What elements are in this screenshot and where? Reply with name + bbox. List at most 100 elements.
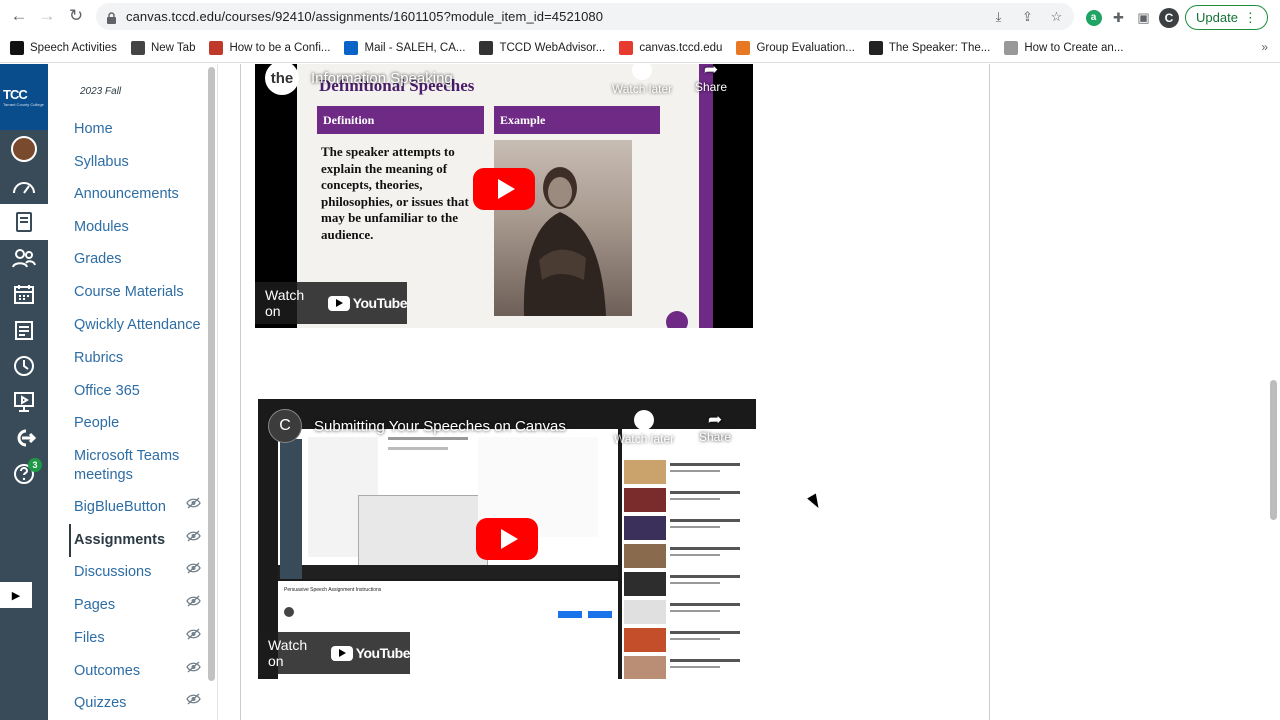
video-sideband: [699, 64, 753, 328]
page-scrollbar[interactable]: [1268, 64, 1280, 720]
share-button[interactable]: ➦ Share: [695, 410, 735, 444]
youtube-embed-submitting-speeches[interactable]: Persuasive Speech Assignment Instruction…: [258, 399, 756, 679]
hidden-eye-icon: [186, 595, 201, 610]
hidden-eye-icon: [186, 530, 201, 545]
watch-later-label: Watch later: [611, 82, 673, 96]
menu-dots-icon: ⋮: [1243, 9, 1257, 25]
course-nav-syllabus[interactable]: Syllabus: [74, 153, 204, 172]
video-title[interactable]: Submitting Your Speeches on Canvas: [314, 418, 566, 435]
watch-later-button[interactable]: Watch later: [611, 64, 673, 96]
bookmark-item[interactable]: New Tab: [130, 40, 195, 55]
bookmark-item[interactable]: Speech Activities: [10, 40, 117, 55]
bookmark-label: How to be a Confi...: [229, 41, 331, 54]
share-arrow-icon: ➦: [703, 64, 719, 79]
channel-avatar[interactable]: the: [265, 64, 299, 95]
course-nav-outcomes[interactable]: Outcomes: [74, 662, 204, 681]
slide-example-header: Example: [494, 106, 660, 134]
course-nav-course-materials[interactable]: Course Materials: [74, 283, 204, 302]
extension-a-icon[interactable]: a: [1084, 8, 1103, 27]
back-button[interactable]: ←: [5, 2, 33, 30]
address-bar[interactable]: canvas.tccd.edu/courses/92410/assignment…: [96, 3, 1074, 30]
bookmark-label: TCCD WebAdvisor...: [499, 41, 606, 54]
slide-body: The speaker attempts to explain the mean…: [321, 144, 469, 242]
account-avatar[interactable]: [0, 130, 48, 168]
help-icon[interactable]: 3: [0, 456, 48, 492]
forward-button[interactable]: →: [33, 2, 61, 30]
course-nav-qwickly-attendance[interactable]: Qwickly Attendance: [74, 316, 204, 335]
course-nav-scrollbar[interactable]: [206, 64, 218, 720]
bookmark-label: How to Create an...: [1024, 41, 1124, 54]
share-label: Share: [694, 80, 728, 94]
course-nav-bigbluebutton[interactable]: BigBlueButton: [74, 498, 204, 517]
studio-icon[interactable]: [0, 384, 48, 420]
bookmark-star-icon[interactable]: ☆: [1047, 7, 1066, 26]
youtube-logo-icon: YouTube: [330, 645, 411, 661]
course-nav-grades[interactable]: Grades: [74, 250, 204, 269]
reload-button[interactable]: ↻: [62, 2, 90, 30]
bookmark-item[interactable]: Mail - SALEH, CA...: [344, 40, 466, 55]
bookmark-label: The Speaker: The...: [888, 41, 991, 54]
screen-sidebar-mock: [280, 439, 302, 579]
course-nav-pages[interactable]: Pages: [74, 596, 204, 615]
course-nav-assignments[interactable]: Assignments: [74, 531, 204, 550]
dashboard-icon[interactable]: [0, 168, 48, 204]
commons-icon[interactable]: [0, 420, 48, 456]
watch-on-youtube-button[interactable]: Watch on YouTube: [258, 632, 411, 674]
youtube-wordmark: YouTube: [355, 645, 411, 661]
bookmark-item[interactable]: How to Create an...: [1004, 40, 1124, 55]
bookmark-favicon-icon: [736, 40, 751, 55]
watch-later-button[interactable]: Watch later: [613, 410, 675, 446]
watch-later-label: Watch later: [613, 432, 675, 446]
slide-dot-decoration: [666, 311, 688, 328]
logo-subtext: Tarrant County College: [3, 102, 44, 107]
courses-icon[interactable]: [0, 204, 48, 240]
update-label: Update: [1196, 10, 1238, 25]
course-nav-office-365[interactable]: Office 365: [74, 382, 204, 401]
bookmark-favicon-icon: [619, 40, 634, 55]
install-icon[interactable]: ⤓: [989, 7, 1008, 26]
course-nav-announcements[interactable]: Announcements: [74, 185, 204, 204]
hidden-eye-icon: [186, 562, 201, 577]
video-title[interactable]: Information Speaking: [311, 70, 453, 87]
share-label: Share: [698, 430, 732, 444]
bookmark-label: Mail - SALEH, CA...: [364, 41, 466, 54]
course-nav-discussions[interactable]: Discussions: [74, 563, 204, 582]
bookmark-favicon-icon: [130, 40, 145, 55]
course-nav-quizzes[interactable]: Quizzes: [74, 694, 204, 713]
inbox-icon[interactable]: [0, 312, 48, 348]
play-button[interactable]: [473, 168, 535, 210]
course-nav-home[interactable]: Home: [74, 120, 204, 139]
history-icon[interactable]: [0, 348, 48, 384]
bookmark-item[interactable]: TCCD WebAdvisor...: [479, 40, 606, 55]
play-button[interactable]: [476, 518, 538, 560]
course-nav-microsoft-teams-meetings[interactable]: Microsoft Teams meetings: [74, 447, 204, 485]
calendar-icon[interactable]: [0, 276, 48, 312]
bookmark-item[interactable]: How to be a Confi...: [209, 40, 331, 55]
collapse-nav-button[interactable]: ▶: [0, 582, 32, 608]
clock-icon: [632, 64, 652, 80]
more-bookmarks-icon[interactable]: »: [1261, 40, 1268, 54]
bookmark-item[interactable]: Group Evaluation...: [736, 40, 855, 55]
course-nav-modules[interactable]: Modules: [74, 218, 204, 237]
bookmark-favicon-icon: [344, 40, 359, 55]
share-button[interactable]: ➦ Share: [691, 64, 731, 94]
course-nav-people[interactable]: People: [74, 414, 204, 433]
watch-on-youtube-button[interactable]: Watch on YouTube: [255, 282, 408, 324]
hidden-eye-icon: [186, 497, 201, 512]
bookmark-label: Group Evaluation...: [756, 41, 855, 54]
term-label: 2023 Fall: [80, 86, 122, 97]
global-navigation: TCC Tarrant County College 3 ▶: [0, 64, 48, 720]
course-nav-rubrics[interactable]: Rubrics: [74, 349, 204, 368]
channel-avatar[interactable]: C: [268, 409, 302, 443]
course-nav-files[interactable]: Files: [74, 629, 204, 648]
groups-icon[interactable]: [0, 240, 48, 276]
bookmark-item[interactable]: canvas.tccd.edu: [619, 40, 722, 55]
youtube-embed-information-speaking[interactable]: Definitional Speeches Definition Example…: [255, 64, 753, 328]
bookmark-item[interactable]: The Speaker: The...: [868, 40, 991, 55]
tcc-logo[interactable]: TCC Tarrant County College: [0, 64, 48, 130]
share-icon[interactable]: ⇪: [1018, 7, 1037, 26]
update-button[interactable]: Update ⋮: [1185, 5, 1268, 30]
extensions-puzzle-icon[interactable]: ✚: [1109, 8, 1128, 27]
profile-avatar[interactable]: C: [1159, 7, 1179, 28]
side-panel-icon[interactable]: ▣: [1134, 8, 1153, 27]
